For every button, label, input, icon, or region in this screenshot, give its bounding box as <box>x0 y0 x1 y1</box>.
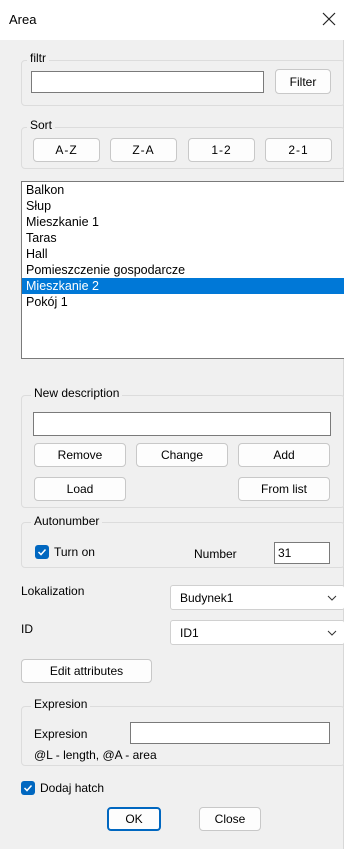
change-button[interactable]: Change <box>136 443 228 467</box>
expresion-field-label: Expresion <box>34 727 88 741</box>
check-icon <box>23 784 33 792</box>
close-button[interactable]: Close <box>199 807 261 831</box>
id-select[interactable]: ID1 <box>170 620 344 645</box>
new-description-input[interactable] <box>33 412 331 436</box>
expresion-group-label: Expresion <box>31 697 91 711</box>
dodaj-hatch-label: Dodaj hatch <box>40 781 105 795</box>
list-item[interactable]: Taras <box>22 230 344 246</box>
title-bar: Area <box>0 0 344 40</box>
list-item[interactable]: Hall <box>22 246 344 262</box>
turn-on-label: Turn on <box>54 545 95 559</box>
filter-group-label: filtr <box>27 51 49 65</box>
lokalization-label: Lokalization <box>21 584 85 598</box>
add-button[interactable]: Add <box>238 443 330 467</box>
from-list-button[interactable]: From list <box>238 477 330 501</box>
chevron-down-icon <box>327 595 337 601</box>
sort-group-label: Sort <box>27 118 56 132</box>
close-icon[interactable] <box>320 10 338 28</box>
filter-button[interactable]: Filter <box>275 69 331 94</box>
expresion-hint: @L - length, @A - area <box>34 748 157 762</box>
id-label: ID <box>21 622 33 636</box>
chevron-down-icon <box>327 630 337 636</box>
lokalization-select[interactable]: Budynek1 <box>170 585 344 610</box>
check-icon <box>37 548 47 556</box>
load-button[interactable]: Load <box>34 477 126 501</box>
filter-input[interactable] <box>31 71 264 93</box>
list-item[interactable]: Słup <box>22 198 344 214</box>
sort-az-button[interactable]: A-Z <box>33 138 100 162</box>
autonumber-label: Autonumber <box>31 514 103 528</box>
ok-button[interactable]: OK <box>107 807 161 831</box>
lokalization-value: Budynek1 <box>180 591 234 605</box>
list-item[interactable]: Balkon <box>22 182 344 198</box>
number-input[interactable] <box>274 542 330 564</box>
list-item[interactable]: Pokój 1 <box>22 294 344 310</box>
window-title: Area <box>9 12 37 27</box>
remove-button[interactable]: Remove <box>34 443 126 467</box>
sort-21-button[interactable]: 2-1 <box>265 138 332 162</box>
list-item[interactable]: Mieszkanie 1 <box>22 214 344 230</box>
sort-za-button[interactable]: Z-A <box>110 138 177 162</box>
dodaj-hatch-checkbox[interactable] <box>21 781 35 795</box>
description-listbox[interactable]: Balkon Słup Mieszkanie 1 Taras Hall Pomi… <box>21 181 344 359</box>
id-value: ID1 <box>180 626 199 640</box>
number-label: Number <box>194 547 237 561</box>
list-item-selected[interactable]: Mieszkanie 2 <box>22 278 344 294</box>
area-dialog: Area filtr Filter Sort A-Z Z-A 1-2 2-1 B… <box>0 0 344 849</box>
list-item[interactable]: Pomieszczenie gospodarcze <box>22 262 344 278</box>
turn-on-checkbox[interactable] <box>35 545 49 559</box>
expresion-input[interactable] <box>130 722 330 744</box>
new-description-label: New description <box>31 386 123 400</box>
sort-12-button[interactable]: 1-2 <box>188 138 255 162</box>
edit-attributes-button[interactable]: Edit attributes <box>21 659 152 683</box>
